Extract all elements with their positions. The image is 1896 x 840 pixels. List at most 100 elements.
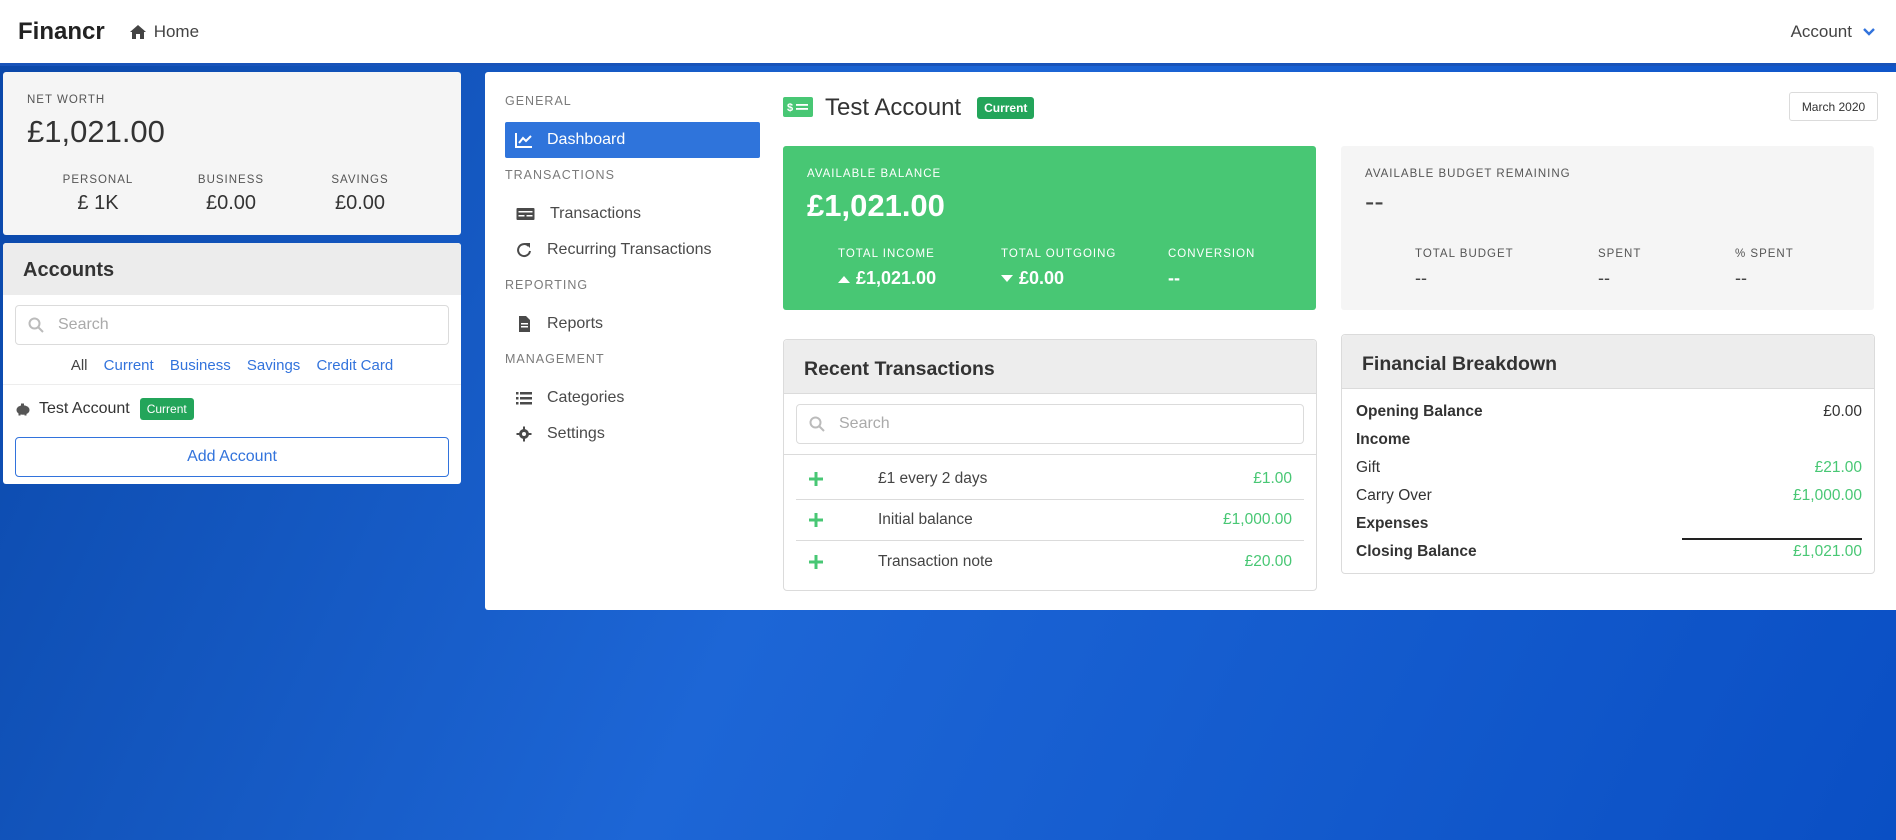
home-link[interactable]: Home <box>129 22 199 42</box>
accounts-search-placeholder: Search <box>58 316 109 333</box>
stat-value: £1,021.00 <box>856 268 937 288</box>
available-budget-card: AVAILABLE BUDGET REMAINING -- TOTAL BUDG… <box>1341 146 1874 310</box>
stat-label: % SPENT <box>1735 248 1794 260</box>
redo-icon <box>517 243 531 258</box>
opening-balance-row: Opening Balance £0.00 <box>1356 403 1862 421</box>
account-type-badge: Current <box>139 398 194 420</box>
caret-up-icon <box>838 275 850 283</box>
net-worth-personal: PERSONAL £ 1K <box>53 174 143 215</box>
gear-icon <box>516 426 532 442</box>
income-item-value: £1,000.00 <box>1793 487 1862 504</box>
stat-label: TOTAL BUDGET <box>1415 248 1514 260</box>
expenses-heading: Expenses <box>1356 515 1429 532</box>
transaction-row[interactable]: £1 every 2 days £1.00 <box>796 459 1304 500</box>
menu-label-transactions: TRANSACTIONS <box>505 168 615 182</box>
menu-item-label: Reports <box>547 315 604 332</box>
filter-all[interactable]: All <box>71 357 88 374</box>
menu-item-settings[interactable]: Settings <box>505 416 760 452</box>
closing-balance-row: Closing Balance £1,021.00 <box>1356 543 1862 561</box>
account-title: Test Account <box>825 94 962 121</box>
transactions-search-placeholder: Search <box>839 415 890 432</box>
money-check-icon <box>516 208 535 220</box>
net-worth-business: BUSINESS £0.00 <box>186 174 276 215</box>
filter-credit-card[interactable]: Credit Card <box>316 357 393 374</box>
income-heading: Income <box>1356 431 1411 448</box>
account-header: $ Test Account Current <box>783 94 1035 122</box>
menu-item-transactions[interactable]: Transactions <box>505 196 760 232</box>
caret-down-icon <box>1001 274 1013 282</box>
plus-icon <box>809 513 823 527</box>
account-name: Test Account <box>39 400 130 417</box>
stat-label: SPENT <box>1598 248 1642 260</box>
menu-item-label: Settings <box>547 425 605 442</box>
stat-label: TOTAL OUTGOING <box>1001 248 1117 260</box>
financial-breakdown-panel: Financial Breakdown Opening Balance £0.0… <box>1341 334 1875 574</box>
spent-stat: SPENT -- <box>1598 248 1641 289</box>
account-filter-tabs: All Current Business Savings Credit Card <box>3 357 461 385</box>
recent-transactions-panel: Recent Transactions Search £1 every 2 da… <box>783 339 1317 591</box>
menu-item-reports[interactable]: Reports <box>505 306 760 342</box>
account-dropdown[interactable]: Account <box>1791 22 1876 42</box>
income-item-row: Carry Over £1,000.00 <box>1356 487 1862 505</box>
svg-text:$: $ <box>787 102 793 114</box>
transaction-note: £1 every 2 days <box>878 470 988 487</box>
account-type-badge: Current <box>977 97 1035 119</box>
add-account-button[interactable]: Add Account <box>15 437 449 477</box>
menu-item-dashboard[interactable]: Dashboard <box>505 122 760 158</box>
expenses-heading-row: Expenses <box>1356 515 1862 533</box>
accounts-title: Accounts <box>3 243 461 295</box>
available-balance-card: AVAILABLE BALANCE £1,021.00 TOTAL INCOME… <box>783 146 1316 310</box>
accounts-card: Accounts Search All Current Business Sav… <box>3 243 461 484</box>
menu-label-reporting: REPORTING <box>505 278 589 292</box>
closing-balance-label: Closing Balance <box>1356 543 1477 560</box>
plus-icon <box>809 472 823 486</box>
menu-item-label: Recurring Transactions <box>547 241 712 258</box>
transaction-note: Transaction note <box>878 552 993 570</box>
stat-label: SAVINGS <box>331 174 389 186</box>
search-icon <box>28 317 44 333</box>
recent-transactions-title: Recent Transactions <box>784 340 1316 394</box>
stat-label: BUSINESS <box>197 174 265 186</box>
home-icon <box>129 24 146 39</box>
income-heading-row: Income <box>1356 431 1862 449</box>
opening-balance-value: £0.00 <box>1823 403 1862 420</box>
closing-balance-value: £1,021.00 <box>1793 543 1862 560</box>
transactions-search-input[interactable]: Search <box>796 404 1304 444</box>
total-outgoing-stat: TOTAL OUTGOING £0.00 <box>1001 248 1116 289</box>
conversion-stat: CONVERSION -- <box>1168 248 1255 289</box>
stat-value: -- <box>1168 268 1180 288</box>
account-list-item[interactable]: Test Account Current <box>15 398 194 420</box>
accounts-search-input[interactable]: Search <box>15 305 449 345</box>
stat-label: PERSONAL <box>62 174 134 186</box>
available-budget-value: -- <box>1365 186 1384 217</box>
piggy-bank-icon <box>16 403 30 416</box>
income-item-row: Gift £21.00 <box>1356 459 1862 477</box>
transaction-row[interactable]: Initial balance £1,000.00 <box>796 500 1304 541</box>
divider <box>784 454 1316 455</box>
filter-current[interactable]: Current <box>104 357 154 374</box>
menu-item-recurring-transactions[interactable]: Recurring Transactions <box>505 232 760 268</box>
net-worth-label: NET WORTH <box>27 94 106 106</box>
total-income-stat: TOTAL INCOME £1,021.00 <box>838 248 936 289</box>
available-balance-value: £1,021.00 <box>807 188 945 223</box>
net-worth-card: NET WORTH £1,021.00 PERSONAL £ 1K BUSINE… <box>3 72 461 235</box>
stat-value: -- <box>1415 268 1427 288</box>
month-selector-button[interactable]: March 2020 <box>1789 92 1878 121</box>
filter-business[interactable]: Business <box>170 357 231 374</box>
income-item-value: £21.00 <box>1814 459 1862 476</box>
menu-item-label: Dashboard <box>547 131 626 148</box>
side-menu: GENERAL Dashboard TRANSACTIONS Transacti… <box>505 94 760 458</box>
menu-item-categories[interactable]: Categories <box>505 380 760 416</box>
stat-value: -- <box>1598 268 1610 288</box>
available-budget-label: AVAILABLE BUDGET REMAINING <box>1365 168 1571 180</box>
percent-spent-stat: % SPENT -- <box>1735 248 1794 289</box>
transaction-row[interactable]: Transaction note £20.00 <box>796 541 1304 582</box>
chevron-down-icon <box>1863 28 1875 36</box>
menu-item-label: Transactions <box>550 205 641 222</box>
income-item-label: Gift <box>1356 459 1381 476</box>
brand-logo[interactable]: Financr <box>18 18 105 46</box>
search-icon <box>809 416 825 432</box>
stat-value: £0.00 <box>334 192 386 214</box>
filter-savings[interactable]: Savings <box>247 357 300 374</box>
money-bill-icon: $ <box>783 97 813 117</box>
